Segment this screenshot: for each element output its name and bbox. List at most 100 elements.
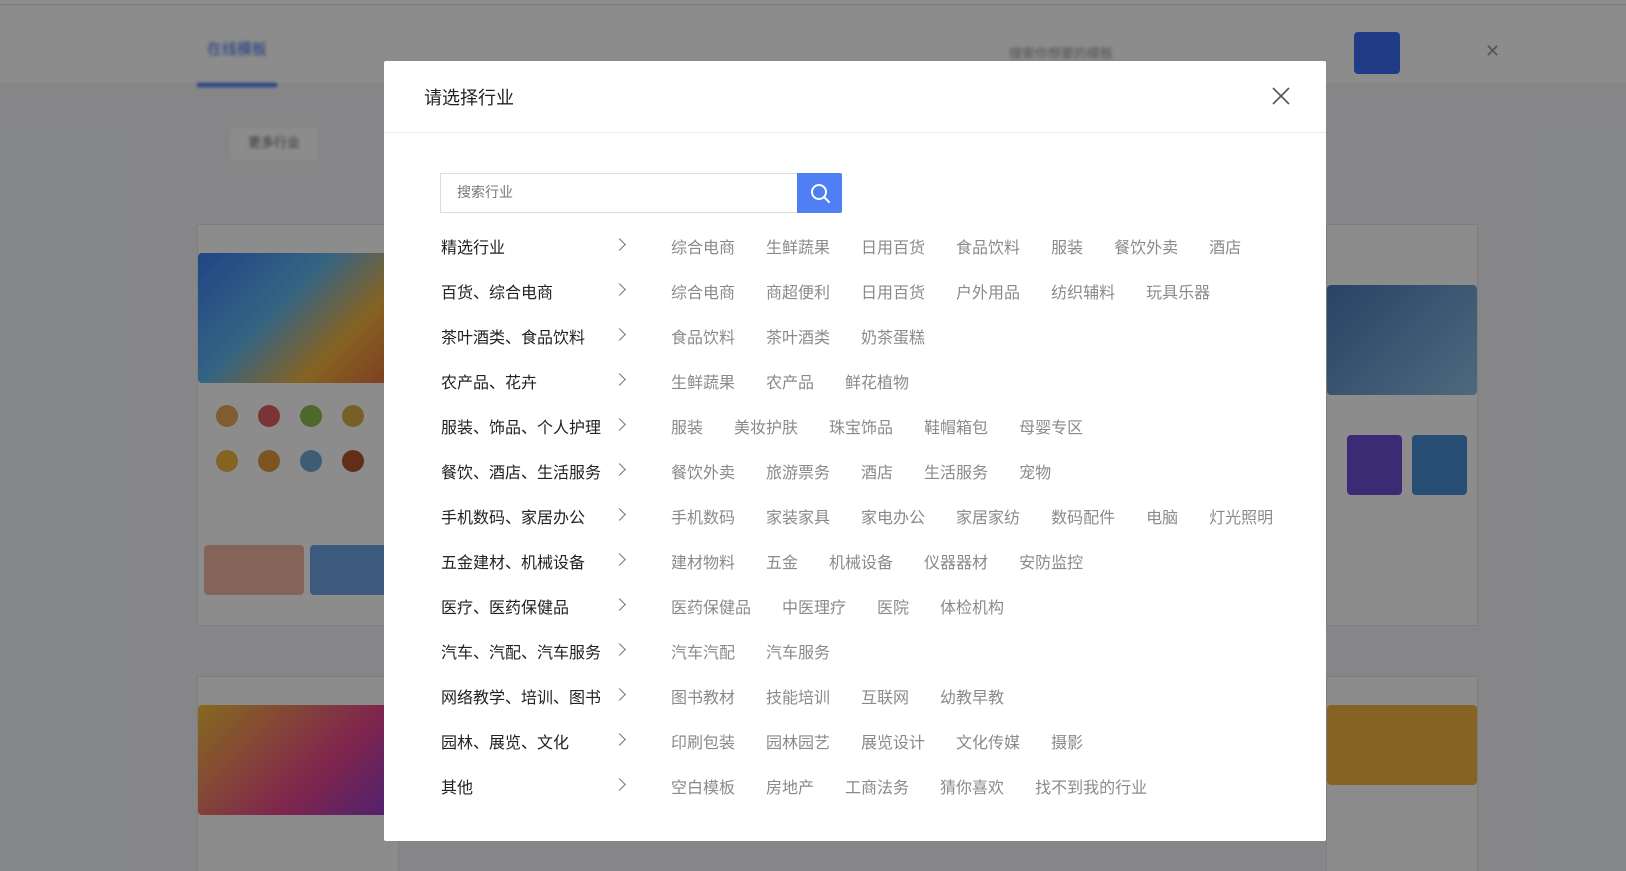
subcategory-link[interactable]: 生活服务 [924,459,988,483]
subcategory-link[interactable]: 玩具乐器 [1146,279,1210,303]
subcategory-link[interactable]: 医院 [877,594,909,618]
industry-category-label: 五金建材、机械设备 [441,552,586,572]
subcategory-link[interactable]: 鲜花植物 [845,369,909,393]
subcategory-link[interactable]: 工商法务 [845,774,909,798]
industry-category-label: 百货、综合电商 [441,282,554,302]
subcategory-link[interactable]: 建材物料 [671,549,735,573]
subcategory-link[interactable]: 商超便利 [766,279,830,303]
subcategory-link[interactable]: 奶茶蛋糕 [861,324,925,348]
chevron-right-icon [613,462,626,476]
subcategory-link[interactable]: 酒店 [1209,234,1241,258]
subcategory-link[interactable]: 食品饮料 [671,324,735,348]
subcategory-link[interactable]: 文化传媒 [956,729,1020,753]
subcategory-link[interactable]: 纺织辅料 [1051,279,1115,303]
industry-category[interactable]: 园林、展览、文化 [441,729,633,753]
subcategory-link[interactable]: 房地产 [766,774,814,798]
industry-row: 服装、饰品、个人护理 服装 美妆护肤 珠宝饰品 鞋帽箱包 母婴专区 [441,403,1301,448]
subcategory-list: 综合电商 生鲜蔬果 日用百货 食品饮料 服装 餐饮外卖 酒店 [671,234,1272,258]
subcategory-link[interactable]: 餐饮外卖 [671,459,735,483]
subcategory-list: 生鲜蔬果 农产品 鲜花植物 [671,369,940,393]
subcategory-link[interactable]: 手机数码 [671,504,735,528]
industry-category[interactable]: 汽车、汽配、汽车服务 [441,639,633,663]
subcategory-link[interactable]: 综合电商 [671,234,735,258]
industry-category[interactable]: 手机数码、家居办公 [441,504,633,528]
subcategory-link[interactable]: 家装家具 [766,504,830,528]
subcategory-link[interactable]: 综合电商 [671,279,735,303]
industry-category[interactable]: 五金建材、机械设备 [441,549,633,573]
subcategory-link[interactable]: 酒店 [861,459,893,483]
subcategory-link[interactable]: 安防监控 [1019,549,1083,573]
subcategory-link[interactable]: 日用百货 [861,234,925,258]
subcategory-link[interactable]: 母婴专区 [1019,414,1083,438]
subcategory-list: 食品饮料 茶叶酒类 奶茶蛋糕 [671,324,956,348]
subcategory-link[interactable]: 互联网 [861,684,909,708]
chevron-right-icon [613,597,626,611]
industry-search-input[interactable] [440,173,798,213]
subcategory-list: 图书教材 技能培训 互联网 幼教早教 [671,684,1035,708]
subcategory-link[interactable]: 电脑 [1146,504,1178,528]
search-icon [810,184,830,203]
subcategory-link[interactable]: 体检机构 [940,594,1004,618]
subcategory-link[interactable]: 技能培训 [766,684,830,708]
subcategory-link[interactable]: 生鲜蔬果 [766,234,830,258]
page: 在线模板 搜索你想要的模板 ✕ 更多行业 请选择行业 搜索行业 精选行业 综合电… [0,0,1626,871]
subcategory-link[interactable]: 空白模板 [671,774,735,798]
subcategory-link[interactable]: 家电办公 [861,504,925,528]
subcategory-link[interactable]: 医药保健品 [671,594,751,618]
subcategory-link[interactable]: 鞋帽箱包 [924,414,988,438]
subcategory-link[interactable]: 摄影 [1051,729,1083,753]
subcategory-link[interactable]: 食品饮料 [956,234,1020,258]
subcategory-link[interactable]: 农产品 [766,369,814,393]
industry-category[interactable]: 百货、综合电商 [441,279,633,303]
industry-category-label: 精选行业 [441,237,506,257]
subcategory-link[interactable]: 找不到我的行业 [1035,774,1147,798]
chevron-right-icon [613,687,626,701]
subcategory-link[interactable]: 中医理疗 [782,594,846,618]
subcategory-link[interactable]: 数码配件 [1051,504,1115,528]
industry-row: 五金建材、机械设备 建材物料 五金 机械设备 仪器器材 安防监控 [441,538,1301,583]
subcategory-link[interactable]: 猜你喜欢 [940,774,1004,798]
subcategory-link[interactable]: 幼教早教 [940,684,1004,708]
industry-category[interactable]: 农产品、花卉 [441,369,633,393]
subcategory-link[interactable]: 五金 [766,549,798,573]
subcategory-link[interactable]: 日用百货 [861,279,925,303]
industry-category-label: 手机数码、家居办公 [441,507,586,527]
subcategory-link[interactable]: 餐饮外卖 [1114,234,1178,258]
industry-category-label: 农产品、花卉 [441,372,538,392]
industry-row: 餐饮、酒店、生活服务 餐饮外卖 旅游票务 酒店 生活服务 宠物 [441,448,1301,493]
subcategory-link[interactable]: 户外用品 [956,279,1020,303]
subcategory-link[interactable]: 展览设计 [861,729,925,753]
search-button[interactable] [797,173,842,213]
industry-category[interactable]: 网络教学、培训、图书 [441,684,633,708]
subcategory-link[interactable]: 旅游票务 [766,459,830,483]
subcategory-link[interactable]: 仪器器材 [924,549,988,573]
subcategory-link[interactable]: 珠宝饰品 [829,414,893,438]
industry-category[interactable]: 餐饮、酒店、生活服务 [441,459,633,483]
industry-category[interactable]: 精选行业 [441,234,633,258]
subcategory-link[interactable]: 服装 [1051,234,1083,258]
industry-category[interactable]: 其他 [441,774,633,798]
industry-category[interactable]: 茶叶酒类、食品饮料 [441,324,633,348]
close-icon[interactable] [1270,85,1292,107]
industry-category-label: 网络教学、培训、图书 [441,687,602,707]
industry-category[interactable]: 医疗、医药保健品 [441,594,633,618]
subcategory-link[interactable]: 机械设备 [829,549,893,573]
industry-category[interactable]: 服装、饰品、个人护理 [441,414,633,438]
subcategory-link[interactable]: 服装 [671,414,703,438]
subcategory-link[interactable]: 茶叶酒类 [766,324,830,348]
industry-row: 医疗、医药保健品 医药保健品 中医理疗 医院 体检机构 [441,583,1301,628]
subcategory-link[interactable]: 图书教材 [671,684,735,708]
subcategory-link[interactable]: 园林园艺 [766,729,830,753]
subcategory-link[interactable]: 生鲜蔬果 [671,369,735,393]
subcategory-link[interactable]: 灯光照明 [1209,504,1273,528]
subcategory-link[interactable]: 汽车服务 [766,639,830,663]
subcategory-link[interactable]: 家居家纺 [956,504,1020,528]
chevron-right-icon [613,327,626,341]
industry-row: 园林、展览、文化 印刷包装 园林园艺 展览设计 文化传媒 摄影 [441,718,1301,763]
subcategory-link[interactable]: 美妆护肤 [734,414,798,438]
dialog-header: 请选择行业 [384,61,1326,133]
subcategory-link[interactable]: 宠物 [1019,459,1051,483]
subcategory-link[interactable]: 印刷包装 [671,729,735,753]
chevron-right-icon [613,417,626,431]
subcategory-link[interactable]: 汽车汽配 [671,639,735,663]
